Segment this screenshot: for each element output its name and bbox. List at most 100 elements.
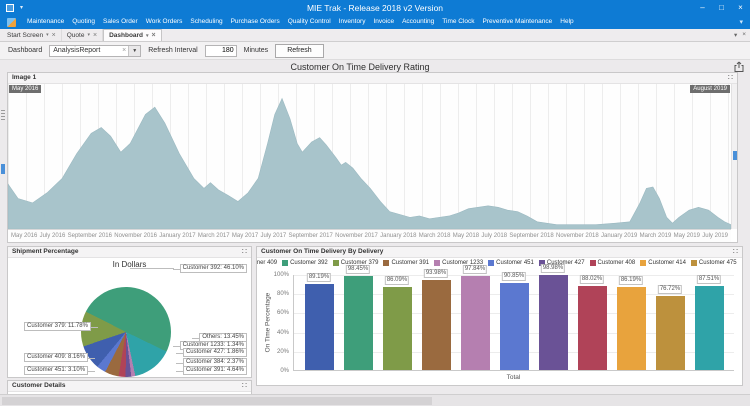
details-panel-expand-icon[interactable]: ∷ (242, 381, 247, 391)
bar-chart-plot: 89.19%98.45%86.09%93.98%97.84%90.85%98.9… (293, 275, 734, 371)
bar-panel-expand-icon[interactable]: ∷ (733, 247, 738, 257)
tab-start-screen[interactable]: Start Screen▾× (2, 29, 62, 41)
area-x-tick: November 2017 (335, 233, 378, 239)
legend-item-others[interactable]: Others (742, 260, 743, 266)
page-title: Customer On Time Delivery Rating (0, 62, 720, 72)
tab-caret-icon[interactable]: ▾ (146, 33, 149, 39)
export-icon[interactable] (733, 60, 745, 72)
legend-item-customer-414[interactable]: Customer 414 (640, 260, 686, 266)
tab-close-icon[interactable]: × (93, 32, 97, 39)
app-menu-icon[interactable] (7, 18, 16, 27)
menu-collapse-icon[interactable]: ▾ (739, 18, 746, 26)
app-icon[interactable] (6, 4, 14, 12)
menu-preventive-maintenance[interactable]: Preventive Maintenance (479, 15, 557, 29)
legend-item-customer-451[interactable]: Customer 451 (488, 260, 534, 266)
vertical-scrollbar-thumb[interactable] (733, 151, 737, 160)
image-panel-expand-icon[interactable]: ∷ (728, 73, 733, 83)
bar-rect (461, 276, 490, 370)
vertical-scrollbar[interactable] (731, 84, 737, 229)
area-x-tick: July 2018 (481, 233, 507, 239)
menu-quoting[interactable]: Quoting (68, 15, 99, 29)
horizontal-scrollbar-thumb[interactable] (2, 397, 432, 405)
bar-value-label: 89.19% (307, 273, 331, 282)
legend-item-customer-408[interactable]: Customer 408 (590, 260, 636, 266)
refresh-interval-input[interactable] (205, 45, 237, 57)
maximize-button[interactable]: □ (712, 0, 731, 15)
bar-ytick-label: 100% (263, 272, 289, 278)
dashboard-select[interactable]: AnalysisReport × ▼ (49, 45, 141, 57)
bar-customer-414: 86.19% (617, 275, 646, 370)
bar-rect (344, 276, 373, 371)
title-bar: ▾ MIE Trak - Release 2018 v2 Version – □… (0, 0, 750, 15)
image-panel-title: Image 1 (12, 73, 36, 83)
bar-customer-408: 88.02% (578, 275, 607, 370)
menu-inventory[interactable]: Inventory (335, 15, 370, 29)
menu-sales-order[interactable]: Sales Order (99, 15, 142, 29)
menu-scheduling[interactable]: Scheduling (186, 15, 226, 29)
legend-swatch (282, 260, 288, 266)
legend-swatch (590, 260, 596, 266)
area-x-tick: May 2017 (232, 233, 258, 239)
bar-ytick-label: 80% (263, 291, 289, 297)
bar-rect (695, 286, 724, 370)
menu-accounting[interactable]: Accounting (398, 15, 438, 29)
legend-item-customer-409[interactable]: Customer 409 (256, 260, 277, 266)
refresh-interval-label: Refresh Interval (148, 47, 197, 54)
tab-close-icon[interactable]: × (52, 32, 56, 39)
bar-rect (656, 296, 685, 370)
bar-panel-title: Customer On Time Delivery By Delivery (261, 247, 383, 257)
details-panel-title: Customer Details (12, 381, 65, 391)
refresh-button[interactable]: Refresh (275, 44, 324, 58)
splitter-grip-icon[interactable] (1, 110, 5, 120)
area-x-tick: January 2019 (601, 233, 637, 239)
menu-quality-control[interactable]: Quality Control (284, 15, 335, 29)
range-end-badge: August 2019 (690, 85, 730, 93)
tab-caret-icon[interactable]: ▾ (46, 32, 49, 38)
bar-customer-451: 90.85% (500, 275, 529, 370)
close-button[interactable]: × (731, 0, 750, 15)
tab-dashboard[interactable]: Dashboard▾× (103, 29, 162, 41)
area-x-tick: September 2018 (509, 233, 553, 239)
tab-bar-close-icon[interactable]: × (742, 31, 746, 39)
bar-value-label: 97.84% (463, 265, 487, 274)
quick-access-caret-icon[interactable]: ▾ (20, 4, 23, 11)
legend-swatch (488, 260, 494, 266)
bar-chart-ylabel: On Time Percentage (265, 275, 274, 371)
bar-ytick-label: 40% (263, 330, 289, 336)
tab-list-caret-icon[interactable]: ▾ (734, 31, 737, 39)
window-title: MIE Trak - Release 2018 v2 Version (0, 3, 750, 13)
menu-purchase-orders[interactable]: Purchase Orders (227, 15, 284, 29)
bar-value-label: 90.85% (502, 272, 526, 281)
menu-maintenance[interactable]: Maintenance (23, 15, 68, 29)
legend-label: Customer 391 (391, 260, 429, 266)
menu-items: MaintenanceQuotingSales OrderWork Orders… (23, 15, 578, 29)
details-panel-header: Customer Details ∷ (8, 381, 251, 392)
combo-clear-icon[interactable]: × (120, 47, 128, 54)
bar-value-label: 88.02% (580, 275, 604, 284)
minimize-button[interactable]: – (693, 0, 712, 15)
pie-slice-label: Customer 427: 1.86% (183, 348, 247, 357)
tab-caret-icon[interactable]: ▾ (87, 32, 90, 38)
window-controls: – □ × (693, 0, 750, 15)
area-x-tick: September 2017 (288, 233, 332, 239)
tab-quote[interactable]: Quote▾× (62, 29, 103, 41)
horizontal-scrollbar[interactable] (0, 394, 750, 406)
pie-slice-label: Customer 391: 4.64% (183, 366, 247, 375)
area-x-axis-labels: May 2016July 2016September 2016November … (8, 229, 731, 242)
bar-others: 87.51% (695, 275, 724, 370)
legend-item-customer-391[interactable]: Customer 391 (383, 260, 429, 266)
pie-panel-expand-icon[interactable]: ∷ (242, 247, 247, 257)
pie-slice-label: Customer 451: 3.10% (24, 366, 88, 375)
bar-value-label: 93.98% (424, 269, 448, 278)
legend-item-customer-475[interactable]: Customer 475 (691, 260, 737, 266)
menu-help[interactable]: Help (556, 15, 577, 29)
legend-item-customer-392[interactable]: Customer 392 (282, 260, 328, 266)
menu-work-orders[interactable]: Work Orders (142, 15, 187, 29)
menu-time-clock[interactable]: Time Clock (438, 15, 478, 29)
legend-label: Customer 409 (256, 260, 277, 266)
combo-caret-icon[interactable]: ▼ (128, 46, 140, 56)
menu-invoice[interactable]: Invoice (369, 15, 398, 29)
splitter-handle-icon[interactable] (1, 164, 5, 174)
tab-close-icon[interactable]: × (152, 32, 156, 39)
bar-rect (422, 280, 451, 370)
